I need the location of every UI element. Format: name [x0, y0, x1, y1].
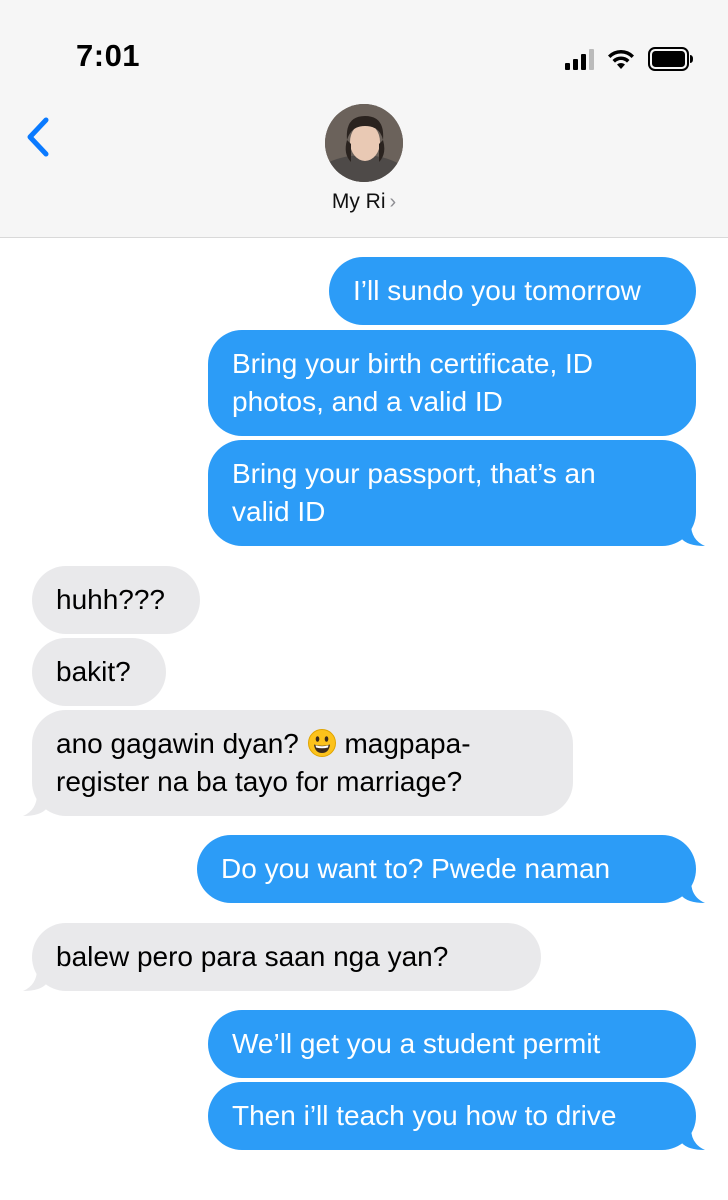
message-bubble-outgoing[interactable]: Bring your passport, that’s an valid ID [208, 440, 705, 546]
message-bubble-outgoing[interactable]: Bring your birth certificate, ID photos,… [208, 330, 696, 436]
message-text: Do you want to? Pwede naman [221, 853, 611, 884]
message-text: balew pero para saan nga yan? [56, 941, 449, 972]
message-bubble-incoming[interactable]: bakit? [32, 638, 166, 706]
contact-avatar[interactable] [325, 104, 403, 182]
bubble-tail [23, 969, 47, 991]
bubble-tail [681, 881, 705, 903]
status-time: 7:01 [76, 38, 141, 73]
status-icons [565, 44, 694, 74]
message-text: huhh??? [56, 584, 166, 615]
bubble-tail [681, 1128, 705, 1150]
conversation-header: 7:01 My Ri › [0, 0, 728, 238]
message-text: Bring your passport, that’s an valid ID [232, 458, 596, 527]
contact-name: My Ri [331, 190, 386, 213]
contact-name-button[interactable]: My Ri › [0, 190, 728, 214]
message-text: ano gagawin dyan? magpapa- register na b… [56, 728, 471, 797]
message-text: We’ll get you a student permit [232, 1028, 601, 1059]
avatar-photo [325, 104, 403, 182]
message-bubble-incoming[interactable]: balew pero para saan nga yan? [23, 923, 541, 991]
message-bubble-outgoing[interactable]: I’ll sundo you tomorrow [329, 257, 696, 325]
message-bubble-incoming[interactable]: huhh??? [32, 566, 200, 634]
bubble-tail [23, 794, 47, 816]
message-bubble-incoming[interactable]: ano gagawin dyan? magpapa- register na b… [23, 710, 573, 816]
message-text: bakit? [56, 656, 131, 687]
message-text: Then i’ll teach you how to drive [232, 1100, 617, 1131]
grinning-face-emoji-icon [307, 729, 336, 757]
chevron-right-icon: › [389, 191, 397, 213]
message-text: I’ll sundo you tomorrow [353, 275, 641, 306]
cellular-signal-icon [565, 48, 594, 70]
battery-icon [648, 47, 693, 71]
message-text: Bring your birth certificate, ID photos,… [232, 348, 594, 417]
back-chevron-icon[interactable] [18, 108, 58, 168]
message-bubble-outgoing[interactable]: We’ll get you a student permit [208, 1010, 696, 1078]
bubble-tail [681, 524, 705, 546]
message-bubble-outgoing[interactable]: Do you want to? Pwede naman [197, 835, 705, 903]
wifi-icon [608, 49, 634, 69]
message-bubble-outgoing[interactable]: Then i’ll teach you how to drive [208, 1082, 705, 1150]
